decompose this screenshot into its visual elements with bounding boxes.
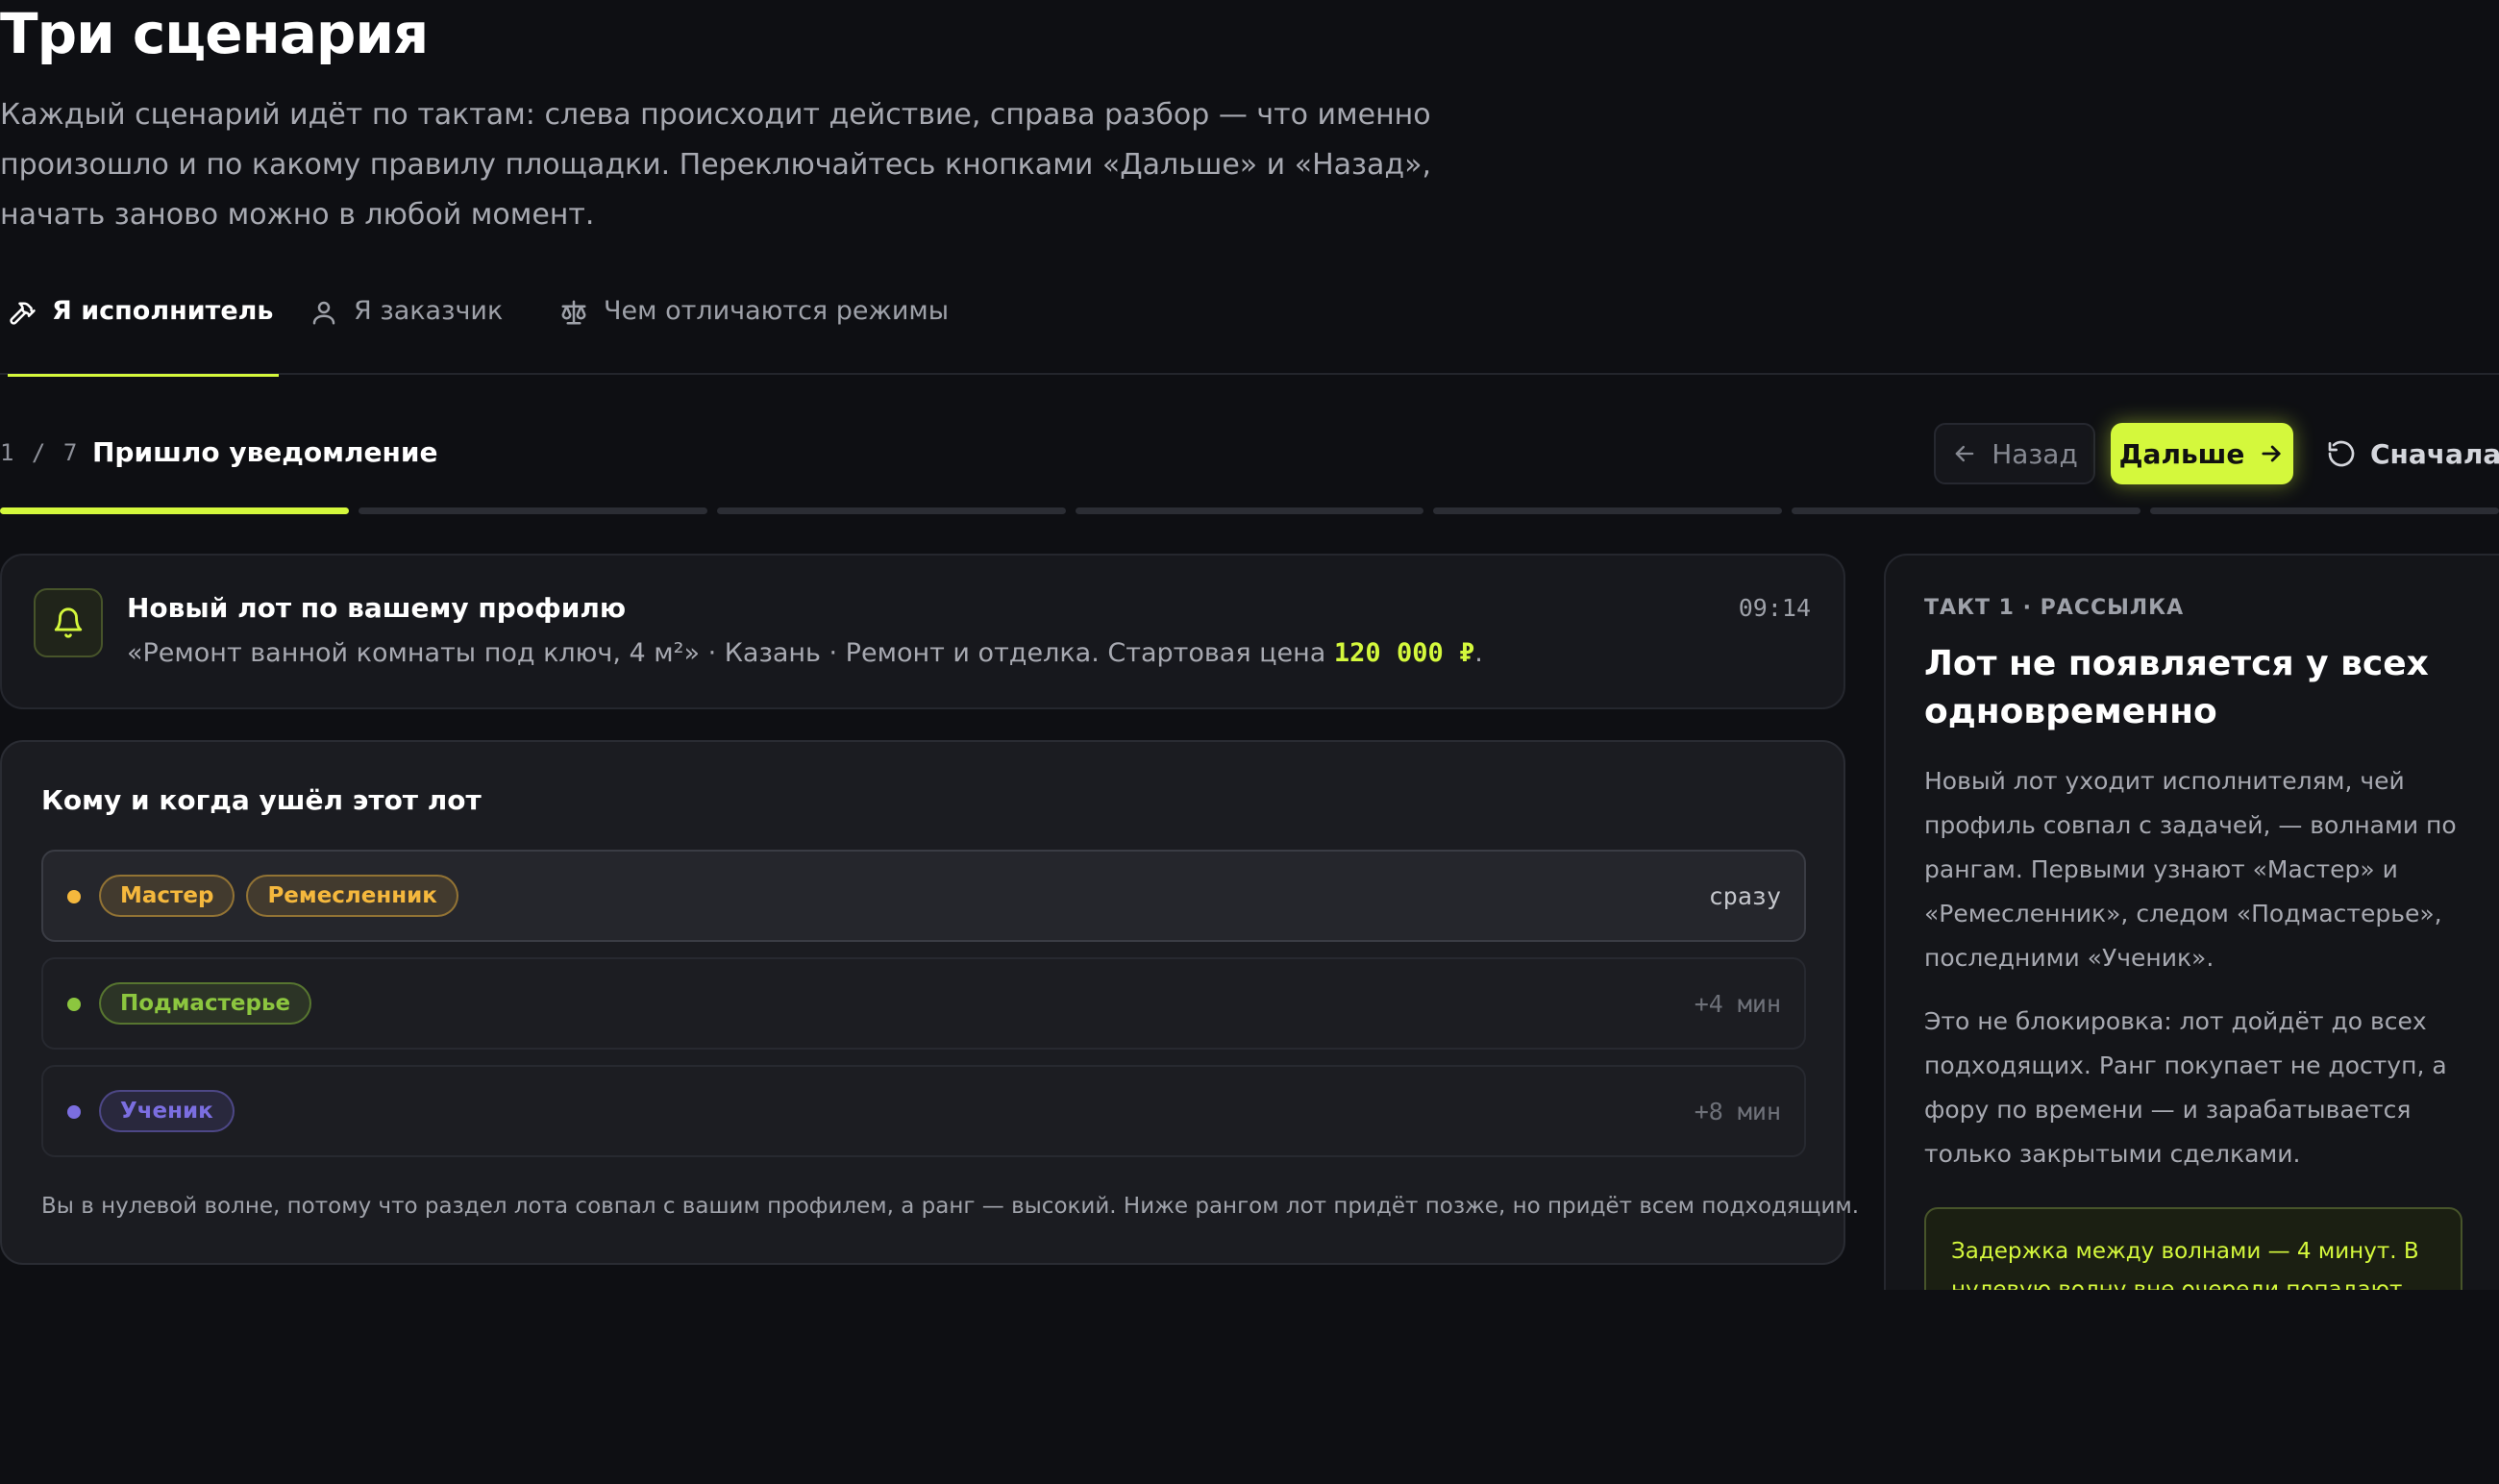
progress-segment	[716, 507, 1066, 514]
rank-badge: Ученик	[99, 1090, 235, 1132]
notification-text-end: .	[1474, 638, 1483, 668]
waves-card: Кому и когда ушёл этот лот Мастер Ремесле…	[0, 740, 1859, 1265]
user-icon	[309, 298, 338, 327]
explanation-paragraph: Новый лот уходит исполнителям, чей профи…	[1924, 767, 2457, 972]
tab-performer[interactable]: Я исполнитель	[8, 296, 280, 377]
wave-dot	[67, 890, 81, 903]
back-button[interactable]: Назад	[1934, 423, 2095, 484]
progress-segment	[2150, 507, 2499, 514]
wave-dot	[67, 998, 81, 1011]
arrow-left-icon	[1951, 440, 1978, 467]
rank-badges: Ученик	[99, 1090, 235, 1132]
step-title: Пришло уведомление	[92, 436, 438, 468]
tab-performer-label: Я исполнитель	[52, 296, 274, 326]
waves-title: Кому и когда ушёл этот лот	[41, 784, 482, 816]
progress-segment	[1792, 507, 2141, 514]
restart-icon	[2326, 438, 2357, 469]
tab-customer-label: Я заказчик	[354, 296, 504, 326]
back-button-label: Назад	[1992, 437, 2078, 470]
rank-badges: Подмастерье	[99, 982, 312, 1025]
explanation-title: Лот не появляется у всех одновременно	[1924, 644, 2429, 731]
notification-time: 09:14	[1738, 594, 1811, 622]
page-title: Три сценария	[0, 1, 429, 66]
explanation-paragraph: Это не блокировка: лот дойдёт до всех по…	[1924, 1007, 2447, 1168]
wave-row: Мастер Ремесленник сразу	[41, 850, 1806, 942]
tab-customer[interactable]: Я заказчик	[309, 296, 503, 375]
notification-title: Новый лот по вашему профилю	[127, 592, 627, 624]
rank-badges: Мастер Ремесленник	[99, 875, 458, 917]
notification-card: Новый лот по вашему профилю 09:14 «Ремон…	[0, 554, 1845, 709]
wave-row: Подмастерье +4 мин	[41, 957, 1806, 1050]
restart-button[interactable]: Сначала	[2326, 423, 2499, 484]
progress-segment	[1433, 507, 1783, 514]
step-counter: 1 / 7	[0, 439, 79, 466]
wave-delay: сразу	[1708, 882, 1781, 910]
waves-note: Вы в нулевой волне, потому что раздел ло…	[41, 1194, 1860, 1219]
notification-text: «Ремонт ванной комнаты под ключ, 4 м²» ·…	[127, 638, 1334, 668]
rank-badge: Ремесленник	[246, 875, 458, 917]
tab-modes-difference[interactable]: Чем отличаются режимы	[559, 296, 949, 375]
hammer-icon	[8, 298, 37, 327]
explanation-panel: ТАКТ 1 · РАССЫЛКА Лот не появляется у вс…	[1884, 554, 2499, 1290]
next-button-label: Дальше	[2118, 437, 2245, 470]
wave-delay: +4 мин	[1694, 990, 1781, 1018]
wave-delay: +8 мин	[1694, 1098, 1781, 1125]
progress-segment	[358, 507, 707, 514]
progress-segment	[1075, 507, 1424, 514]
tab-modes-label: Чем отличаются режимы	[604, 296, 950, 326]
wave-dot	[67, 1105, 81, 1119]
progress-segment	[0, 507, 349, 514]
rank-badge: Подмастерье	[99, 982, 312, 1025]
page-intro: Каждый сценарий идёт по тактам: слева пр…	[0, 98, 1431, 232]
step-separator: /	[31, 439, 48, 466]
bell-icon	[52, 606, 85, 639]
start-price: 120 000 ₽	[1333, 638, 1475, 668]
scenario-tabs: Я исполнитель Я заказчик Чем отличаются …	[0, 296, 2499, 377]
notification-body: «Ремонт ванной комнаты под ключ, 4 м²» ·…	[127, 638, 1483, 668]
explanation-callout: Задержка между волнами — 4 минут. В нуле…	[1924, 1207, 2462, 1290]
scales-icon	[559, 298, 588, 327]
explanation-eyebrow: ТАКТ 1 · РАССЫЛКА	[1924, 596, 2185, 620]
arrow-right-icon	[2258, 440, 2285, 467]
wave-row: Ученик +8 мин	[41, 1065, 1806, 1157]
rank-badge: Мастер	[99, 875, 235, 917]
step-current: 1	[0, 439, 16, 466]
step-progress	[0, 507, 2499, 515]
next-button[interactable]: Дальше	[2111, 423, 2293, 484]
step-total: 7	[62, 439, 80, 466]
notification-icon-box	[34, 588, 103, 657]
restart-button-label: Сначала	[2370, 437, 2499, 470]
